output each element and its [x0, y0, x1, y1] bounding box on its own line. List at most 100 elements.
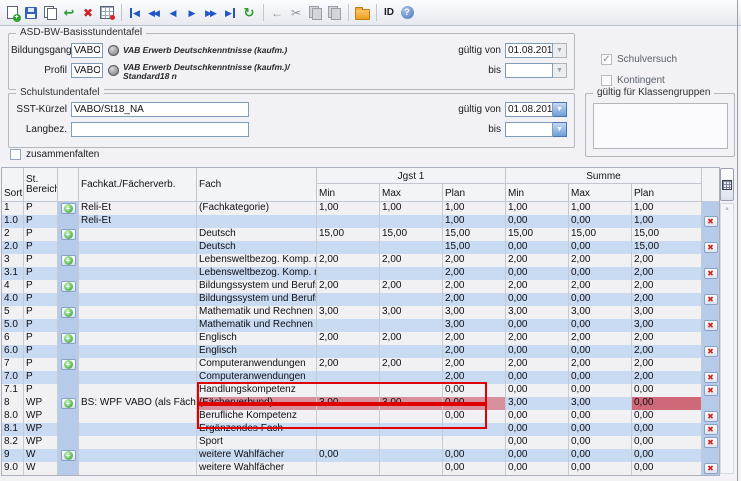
id-button[interactable]: ID [381, 4, 397, 22]
cell-fach[interactable]: weitere Wahlfächer [197, 449, 317, 462]
delete-record-button[interactable]: ✖ [79, 4, 97, 22]
cell-fachkat[interactable] [79, 423, 197, 436]
delete-row-button[interactable]: ✖ [704, 385, 718, 396]
header-summe-plan[interactable]: Plan [632, 184, 702, 202]
cell-fachkat[interactable]: Reli-Et [79, 202, 197, 215]
edit-table-button[interactable] [98, 4, 116, 22]
schul-bis-select[interactable]: ▼ [505, 122, 567, 137]
cell-jgst-plan[interactable] [443, 436, 506, 449]
table-row[interactable]: 7 P + Computeranwendungen 2,00 2,00 2,00… [2, 358, 719, 371]
delete-row-button[interactable]: ✖ [704, 437, 718, 448]
delete-row-button[interactable]: ✖ [704, 346, 718, 357]
cell-fach[interactable]: Lebensweltbezog. Komp. m. Gemei... [197, 267, 317, 280]
add-subject-button[interactable]: + [61, 255, 76, 266]
table-row[interactable]: 2.0 P + Deutsch 15,00 0,00 0,00 15,00 ✖ [2, 241, 719, 254]
cell-fachkat[interactable] [79, 345, 197, 358]
cell-fachkat[interactable] [79, 319, 197, 332]
cell-jgst-min[interactable] [317, 319, 380, 332]
cell-jgst-min[interactable]: 2,00 [317, 280, 380, 293]
cell-fachkat[interactable] [79, 228, 197, 241]
basis-gueltig-von-select[interactable]: 01.08.2018 ▼ [505, 43, 567, 58]
header-fachkat[interactable]: Fachkat./Fächerverb. [79, 168, 197, 202]
cell-jgst-max[interactable]: 1,00 [380, 202, 443, 215]
nav-last-button[interactable]: ▶ [221, 4, 239, 22]
scroll-up-icon[interactable]: ▲ [721, 206, 733, 212]
cell-fach[interactable]: Deutsch [197, 228, 317, 241]
cell-jgst-max[interactable] [380, 293, 443, 306]
cell-jgst-min[interactable]: 1,00 [317, 202, 380, 215]
cell-jgst-min[interactable]: 15,00 [317, 228, 380, 241]
cell-fachkat[interactable]: Reli-Et [79, 215, 197, 228]
nav-fast-next-button[interactable]: ▶▶ [202, 4, 220, 22]
column-settings-button[interactable] [720, 168, 734, 201]
cell-fach[interactable]: (Fachkategorie) [197, 202, 317, 215]
header-jgst-min[interactable]: Min [317, 184, 380, 202]
add-subject-button[interactable]: + [61, 307, 76, 318]
table-row[interactable]: 8.2 WP + Sport 0,00 0,00 0,00 ✖ [2, 436, 719, 449]
cell-jgst-max[interactable] [380, 462, 443, 475]
cell-jgst-min[interactable] [317, 462, 380, 475]
cell-fach[interactable]: Bildungssystem und Berufsorientie... [197, 280, 317, 293]
save-button[interactable] [22, 4, 40, 22]
refresh-button[interactable]: ↻ [240, 4, 258, 22]
table-row[interactable]: 1 P + Reli-Et (Fachkategorie) 1,00 1,00 … [2, 202, 719, 215]
header-summe-max[interactable]: Max [569, 184, 632, 202]
table-row[interactable]: 5.0 P + Mathematik und Rechnen 3,00 0,00… [2, 319, 719, 332]
cell-fachkat[interactable] [79, 384, 197, 397]
cell-jgst-plan[interactable]: 2,00 [443, 254, 506, 267]
header-jgst-plan[interactable]: Plan [443, 184, 506, 202]
profil-lookup-button[interactable] [108, 65, 119, 76]
cell-jgst-plan[interactable]: 1,00 [443, 202, 506, 215]
cell-jgst-max[interactable] [380, 241, 443, 254]
add-subject-button[interactable]: + [61, 398, 76, 409]
cell-fachkat[interactable] [79, 267, 197, 280]
cell-fachkat[interactable]: BS: WPF VABO (als Fächerverbund) [79, 397, 197, 410]
nav-fast-prev-button[interactable]: ◀◀ [145, 4, 163, 22]
copy-record-button[interactable] [41, 4, 59, 22]
table-row[interactable]: 3 P + Lebensweltbezog. Komp. m. Gemei...… [2, 254, 719, 267]
cell-fachkat[interactable] [79, 254, 197, 267]
table-row[interactable]: 6 P + Englisch 2,00 2,00 2,00 2,00 2,00 … [2, 332, 719, 345]
table-row[interactable]: 1.0 P + Reli-Et 1,00 0,00 0,00 1,00 ✖ [2, 215, 719, 228]
delete-row-button[interactable]: ✖ [704, 242, 718, 253]
cell-fachkat[interactable] [79, 293, 197, 306]
cell-jgst-plan[interactable]: 1,00 [443, 215, 506, 228]
nav-first-button[interactable]: ◀ [126, 4, 144, 22]
add-subject-button[interactable]: + [61, 359, 76, 370]
cell-jgst-max[interactable] [380, 436, 443, 449]
table-row[interactable]: 2 P + Deutsch 15,00 15,00 15,00 15,00 15… [2, 228, 719, 241]
cell-fach[interactable]: Lebensweltbezog. Komp. m. Gemei... [197, 254, 317, 267]
help-button[interactable]: ? [398, 4, 416, 22]
cell-jgst-min[interactable]: 3,00 [317, 306, 380, 319]
cell-fach[interactable]: Sport [197, 436, 317, 449]
cell-jgst-max[interactable]: 2,00 [380, 280, 443, 293]
cell-fach[interactable]: Mathematik und Rechnen [197, 319, 317, 332]
header-jgst-max[interactable]: Max [380, 184, 443, 202]
cell-fach[interactable]: Englisch [197, 345, 317, 358]
cell-jgst-max[interactable]: 15,00 [380, 228, 443, 241]
delete-row-button[interactable]: ✖ [704, 320, 718, 331]
delete-row-button[interactable]: ✖ [704, 372, 718, 383]
cell-fachkat[interactable] [79, 280, 197, 293]
cell-jgst-min[interactable]: 0,00 [317, 449, 380, 462]
cell-jgst-plan[interactable]: 15,00 [443, 241, 506, 254]
cell-jgst-plan[interactable]: 0,00 [443, 449, 506, 462]
cell-jgst-max[interactable]: 2,00 [380, 254, 443, 267]
cell-fachkat[interactable] [79, 358, 197, 371]
vertical-scrollbar[interactable]: ▲ [720, 203, 734, 474]
collapse-checkbox[interactable] [10, 149, 21, 160]
cell-jgst-min[interactable] [317, 436, 380, 449]
add-subject-button[interactable]: + [61, 229, 76, 240]
header-fach[interactable]: Fach [197, 168, 317, 202]
cell-jgst-min[interactable]: 2,00 [317, 358, 380, 371]
add-subject-button[interactable]: + [61, 281, 76, 292]
cell-jgst-plan[interactable]: 2,00 [443, 280, 506, 293]
cell-fachkat[interactable] [79, 436, 197, 449]
folder-button[interactable] [353, 4, 371, 22]
delete-row-button[interactable]: ✖ [704, 463, 718, 474]
cell-fachkat[interactable] [79, 306, 197, 319]
cell-jgst-max[interactable] [380, 319, 443, 332]
cell-fach[interactable]: Bildungssystem und Berufsorientie... [197, 293, 317, 306]
add-subject-button[interactable]: + [61, 203, 76, 214]
table-row[interactable]: 9.0 W + weitere Wahlfächer 0,00 0,00 0,0… [2, 462, 719, 475]
